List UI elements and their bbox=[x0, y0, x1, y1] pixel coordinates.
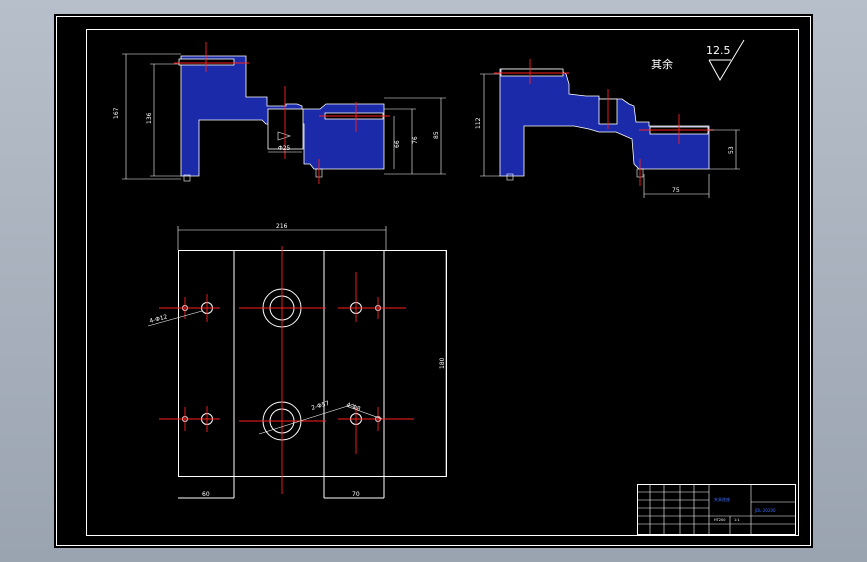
label-holes-b: 2-Φ57 bbox=[311, 400, 331, 412]
front-bore bbox=[267, 108, 304, 150]
dim-phi25: Φ25 bbox=[278, 145, 291, 152]
plan-outline bbox=[178, 250, 447, 477]
dim-180: 180 bbox=[439, 357, 446, 369]
side-section-view: 112 53 75 bbox=[475, 59, 740, 198]
side-slot-top bbox=[500, 68, 564, 77]
roughness-note: 其余 bbox=[651, 57, 673, 71]
roughness-value: 12.5 bbox=[706, 44, 731, 57]
title-block: 夹具底座 JDL-20200 HT200 1:1 bbox=[637, 484, 796, 535]
title-scale: 1:1 bbox=[734, 518, 740, 522]
dim-85: 85 bbox=[433, 131, 440, 139]
title-drawing-no: JDL-20200 bbox=[754, 508, 776, 513]
label-holes-c: 4-Φ8 bbox=[345, 401, 361, 413]
dim-136: 136 bbox=[146, 112, 153, 124]
title-part-name: 夹具底座 bbox=[714, 496, 730, 502]
dim-216: 216 bbox=[276, 223, 288, 230]
dim-75: 75 bbox=[672, 187, 680, 194]
outer-frame bbox=[56, 16, 811, 546]
roughness-symbol: 其余 12.5 bbox=[651, 39, 745, 82]
front-section-view: 167 136 Φ25 66 76 85 bbox=[113, 42, 446, 184]
dim-76: 76 bbox=[412, 136, 419, 144]
dim-70: 70 bbox=[352, 491, 360, 498]
top-plan-view: 216 180 60 70 4-Φ12 2-Φ57 4-Φ8 bbox=[147, 223, 447, 499]
cad-drawing: 167 136 Φ25 66 76 85 112 53 75 其余 12.5 2… bbox=[56, 16, 811, 546]
dim-53: 53 bbox=[728, 146, 735, 154]
front-slot-left bbox=[178, 58, 235, 66]
dim-66: 66 bbox=[394, 140, 401, 148]
drawing-viewport[interactable]: 167 136 Φ25 66 76 85 112 53 75 其余 12.5 2… bbox=[54, 14, 813, 548]
dim-112: 112 bbox=[475, 117, 482, 129]
dim-60: 60 bbox=[202, 491, 210, 498]
title-material: HT200 bbox=[714, 518, 725, 522]
dim-167: 167 bbox=[113, 107, 120, 119]
